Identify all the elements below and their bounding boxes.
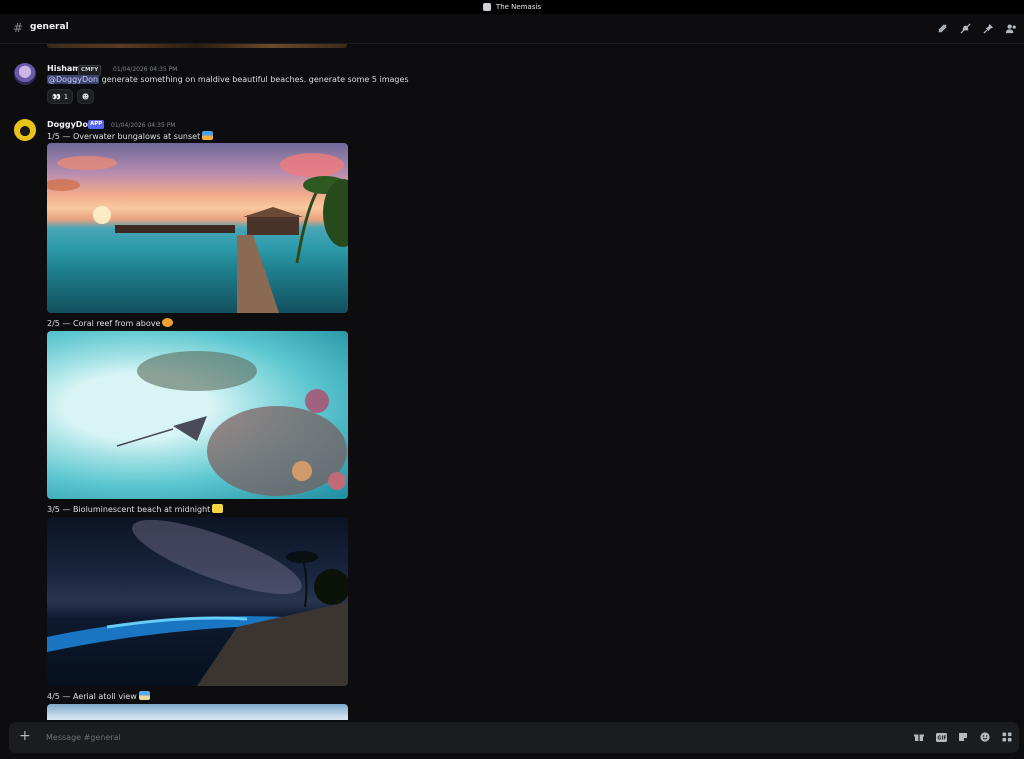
image-caption: 3/5 — Bioluminescent beach at midnight (47, 504, 224, 514)
message-text: generate something on maldive beautiful … (99, 75, 409, 84)
image-attachment[interactable] (47, 143, 348, 313)
channel-header: # general (0, 14, 1024, 44)
hashtag-icon: # (13, 21, 24, 35)
island-emoji-icon (138, 691, 150, 700)
sunrise-emoji-icon (202, 131, 214, 140)
gif-icon[interactable]: GIF (935, 731, 947, 743)
threads-icon[interactable] (935, 21, 949, 35)
message-list[interactable]: Hisham CMFY 01/04/2026 04:35 PM @DoggyDo… (0, 44, 1024, 720)
reaction-count: 1 (63, 92, 69, 101)
eyes-icon: 👀 (52, 92, 61, 101)
message-author[interactable]: Hisham (47, 64, 81, 73)
reaction-eyes[interactable]: 👀 1 (47, 89, 74, 104)
emoji-face-icon: ☻ (81, 92, 90, 101)
mute-icon[interactable] (958, 21, 972, 35)
image-caption: 4/5 — Aerial atoll view (47, 691, 150, 701)
members-icon[interactable] (1004, 21, 1018, 35)
message-timestamp: 01/04/2026 04:35 PM (111, 122, 176, 129)
message-timestamp: 01/04/2026 04:35 PM (113, 66, 178, 73)
image-attachment[interactable] (47, 517, 348, 686)
plus-icon[interactable]: + (19, 728, 31, 744)
message-content: @DoggyDon generate something on maldive … (47, 75, 409, 84)
app-badge: APP (88, 120, 105, 129)
message-input[interactable] (46, 731, 646, 743)
channel-name: general (30, 22, 69, 32)
avatar[interactable] (14, 119, 36, 141)
pin-icon[interactable] (981, 21, 995, 35)
emoji-icon[interactable] (979, 731, 991, 743)
apps-icon[interactable] (1001, 731, 1013, 743)
image-attachment[interactable] (47, 704, 348, 720)
window-titlebar: The Nemasis (0, 0, 1024, 14)
window-title: The Nemasis (495, 3, 542, 11)
message-composer: + GIF (9, 722, 1019, 753)
server-icon (482, 3, 491, 11)
add-reaction-button[interactable]: ☻ (77, 89, 94, 104)
image-caption: 1/5 — Overwater bungalows at sunset (47, 131, 214, 141)
header-toolbar (935, 21, 1018, 35)
image-caption: 2/5 — Coral reef from above (47, 318, 174, 328)
image-attachment[interactable] (47, 331, 348, 499)
previous-image-attachment[interactable] (47, 44, 347, 48)
sparkles-emoji-icon (212, 504, 224, 513)
avatar[interactable] (14, 63, 36, 85)
svg-text:GIF: GIF (937, 735, 946, 741)
message-author[interactable]: DoggyDon (47, 120, 94, 129)
gift-icon[interactable] (913, 731, 925, 743)
sticker-icon[interactable] (957, 731, 969, 743)
user-mention[interactable]: @DoggyDon (47, 75, 100, 84)
composer-toolbar: GIF (913, 731, 1013, 743)
fish-emoji-icon (162, 318, 174, 327)
